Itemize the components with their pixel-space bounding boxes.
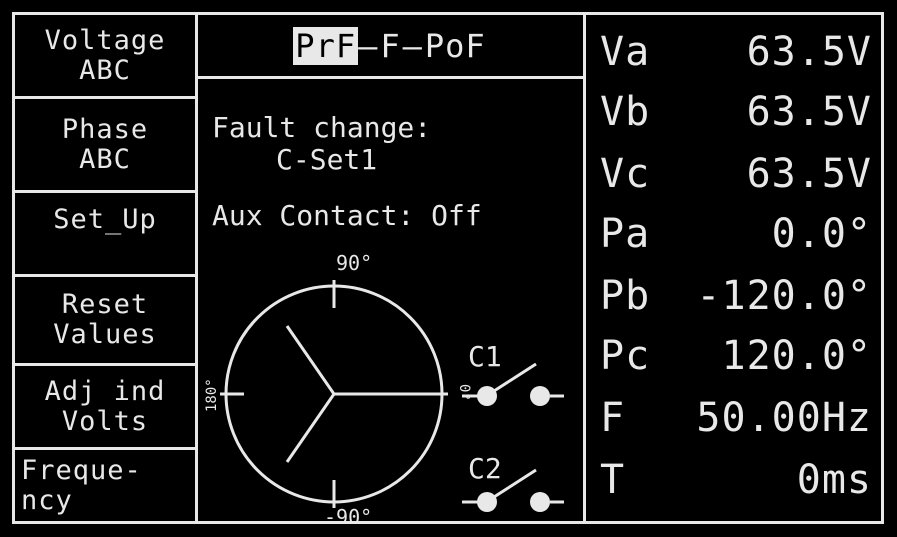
softkey-label-line1: Voltage [44,24,166,56]
fault-state-tabs: PrF — F — PoF [198,15,583,79]
tab-separator: — [358,26,379,65]
softkey-label-line2: ncy [21,484,73,516]
phasor-vb [285,325,336,395]
reading-label: Pc [600,333,651,379]
reading-value: 63.5V [746,29,872,75]
contact-c1-label: C1 [468,340,502,373]
label-180: 180° [204,378,220,412]
softkey-label-line1: Phase [61,113,149,145]
softkey-adj-ind-volts[interactable]: Adj ind Volts [15,366,195,450]
reading-label: Vb [600,89,651,135]
reading-vc: Vc 63.5V [600,150,872,198]
reading-value: 120.0° [721,333,872,379]
label-90: 90° [336,251,372,275]
reading-value: 0.0° [771,211,872,257]
reading-pc: Pc 120.0° [600,332,872,380]
reading-time: T 0ms [600,456,872,504]
reading-value: -120.0° [696,273,872,319]
softkey-label-line1: Adj ind [44,375,166,407]
reading-label: T [600,457,626,503]
softkey-label-line1: Reset [61,289,149,320]
softkey-label-line2: Values [53,319,157,350]
softkey-column: Voltage ABC Phase ABC Set_Up Reset Value… [12,12,198,524]
reading-frequency: F 50.00Hz [600,394,872,442]
reading-value: 0ms [796,457,872,503]
reading-value: 63.5V [746,151,872,197]
softkey-voltage-abc[interactable]: Voltage ABC [15,15,195,99]
tab-prefault[interactable]: PrF [293,26,359,65]
softkey-label-line1: Set_Up [53,204,157,235]
reading-label: F [600,395,626,441]
center-panel: PrF — F — PoF Fault change: C-Set1 Aux C… [198,12,586,524]
reading-vb: Vb 63.5V [600,88,872,136]
tab-fault[interactable]: F [378,27,402,65]
phasor-vc [285,393,336,463]
reading-pa: Pa 0.0° [600,210,872,258]
contact-c2-label: C2 [468,452,502,485]
reading-value: 50.00Hz [696,395,872,441]
label-minus-90: -90° [324,505,372,524]
softkey-setup[interactable]: Set_Up [15,193,195,277]
softkey-label-line1: Freque- [21,454,142,486]
tab-postfault[interactable]: PoF [423,27,488,65]
softkey-label-line2: ABC [79,143,131,175]
softkey-frequency[interactable]: Freque- ncy [15,450,195,521]
reading-label: Vc [600,151,651,197]
reading-value: 63.5V [746,89,872,135]
reading-pb: Pb -120.0° [600,272,872,320]
reading-label: Va [600,29,651,75]
readings-panel: Va 63.5V Vb 63.5V Vc 63.5V Pa 0.0° Pb -1… [586,12,884,524]
softkey-reset-values[interactable]: Reset Values [15,277,195,366]
fault-change-label: Fault change: [212,111,432,144]
reading-label: Pb [600,273,651,319]
label-0: 0° [456,384,472,401]
aux-contact-status: Aux Contact: Off [212,199,482,232]
phasor-diagram: 90° -90° 180° 0° C1 C2 [204,251,564,524]
softkey-label-line2: Volts [61,405,149,437]
softkey-label-line2: ABC [79,54,131,86]
reading-label: Pa [600,211,651,257]
fault-change-value: C-Set1 [276,143,378,176]
tab-separator: — [402,26,423,65]
reading-va: Va 63.5V [600,28,872,76]
softkey-phase-abc[interactable]: Phase ABC [15,99,195,193]
